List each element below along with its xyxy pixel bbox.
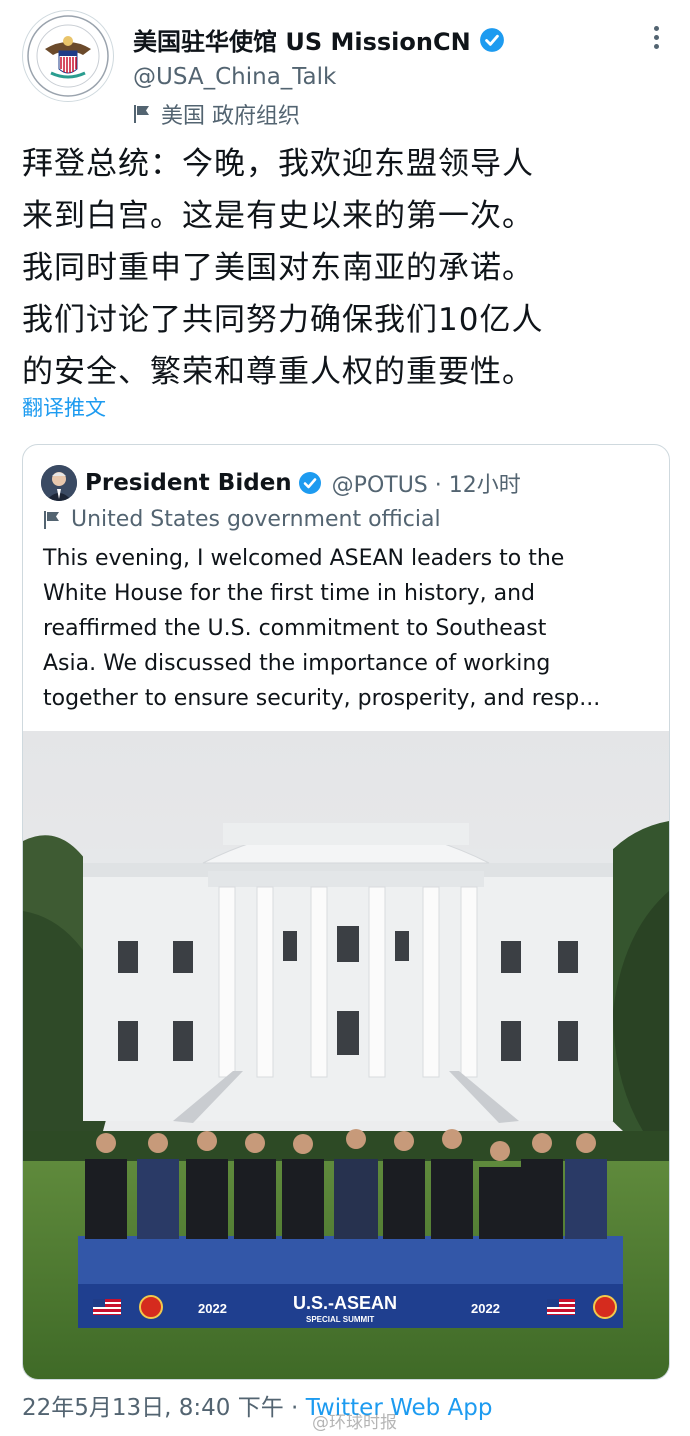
quoted-name: President Biden	[85, 470, 292, 496]
stage-year-right: 2022	[471, 1301, 500, 1316]
government-flag-icon	[134, 105, 149, 123]
government-label: 美国 政府组织	[133, 98, 300, 130]
author-avatar[interactable]	[22, 10, 114, 102]
watermark: @环球时报	[312, 1413, 397, 1433]
timestamp[interactable]: 22年5月13日, 8:40 下午 ·	[22, 1395, 306, 1421]
translate-link[interactable]: 翻译推文	[22, 392, 106, 422]
government-flag-icon	[44, 510, 59, 529]
biden-avatar-icon	[41, 465, 77, 501]
tweet-text: 拜登总统：今晚，我欢迎东盟领导人 来到白宫。这是有史以来的第一次。 我同时重申了…	[22, 146, 544, 390]
verified-badge-icon	[479, 27, 504, 52]
stage-title: U.S.-ASEAN	[293, 1293, 397, 1313]
author-name[interactable]: 美国驻华使馆 US MissionCN	[133, 22, 505, 57]
author-handle[interactable]: @USA_China_Talk	[133, 64, 336, 90]
tweet-footer: 22年5月13日, 8:40 下午 · Twitter Web App	[22, 1388, 492, 1422]
asean-emblem-icon	[139, 1295, 163, 1319]
white-house-photo[interactable]: 2022 U.S.-ASEAN SPECIAL SUMMIT 2022	[23, 731, 669, 1379]
asean-emblem-icon	[593, 1295, 617, 1319]
quoted-handle: @POTUS · 12小时	[331, 473, 521, 498]
stage-year-left: 2022	[198, 1301, 227, 1316]
quoted-text: This evening, I welcomed ASEAN leaders t…	[43, 546, 601, 711]
quoted-avatar[interactable]	[41, 465, 77, 501]
verified-badge-icon	[298, 472, 321, 494]
quoted-label-text: United States government official	[71, 507, 441, 532]
stage-subtitle: SPECIAL SUMMIT	[306, 1315, 374, 1324]
us-flag-icon	[547, 1299, 575, 1315]
author-name-text: 美国驻华使馆 US MissionCN	[133, 28, 471, 56]
quoted-author[interactable]: President Biden @POTUS · 12小时	[85, 467, 521, 499]
government-label-text: 美国 政府组织	[161, 104, 300, 129]
quoted-government-label: United States government official	[43, 507, 441, 532]
more-options-icon[interactable]	[648, 26, 664, 52]
us-flag-icon	[93, 1299, 121, 1315]
seal-avatar-icon	[27, 15, 109, 97]
quoted-tweet[interactable]: President Biden @POTUS · 12小时 United Sta…	[22, 444, 670, 1380]
